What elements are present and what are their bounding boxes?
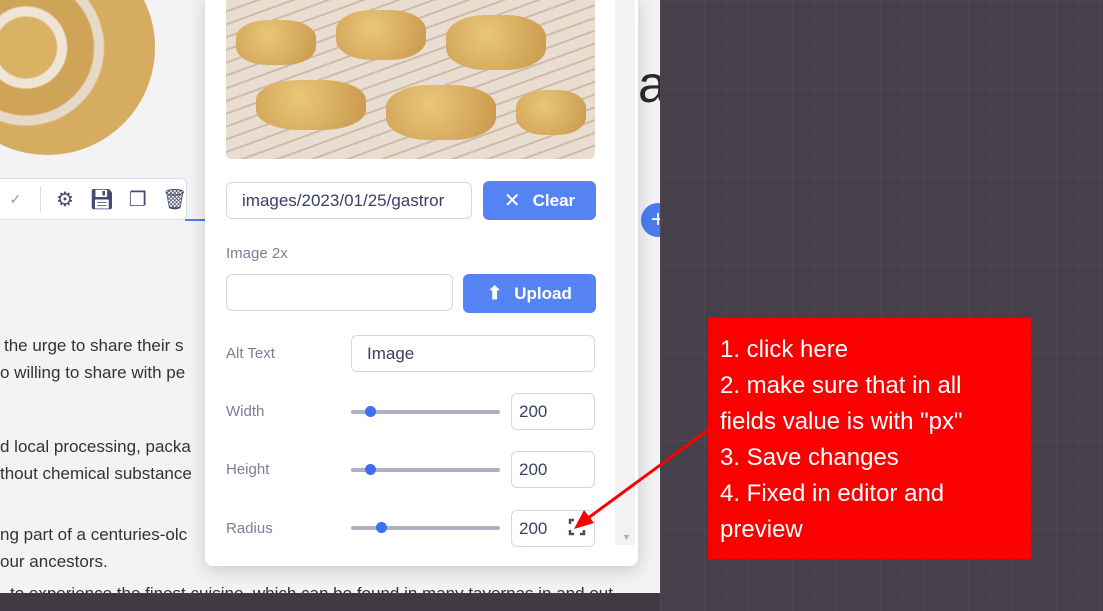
annotation-arrow	[574, 428, 709, 529]
